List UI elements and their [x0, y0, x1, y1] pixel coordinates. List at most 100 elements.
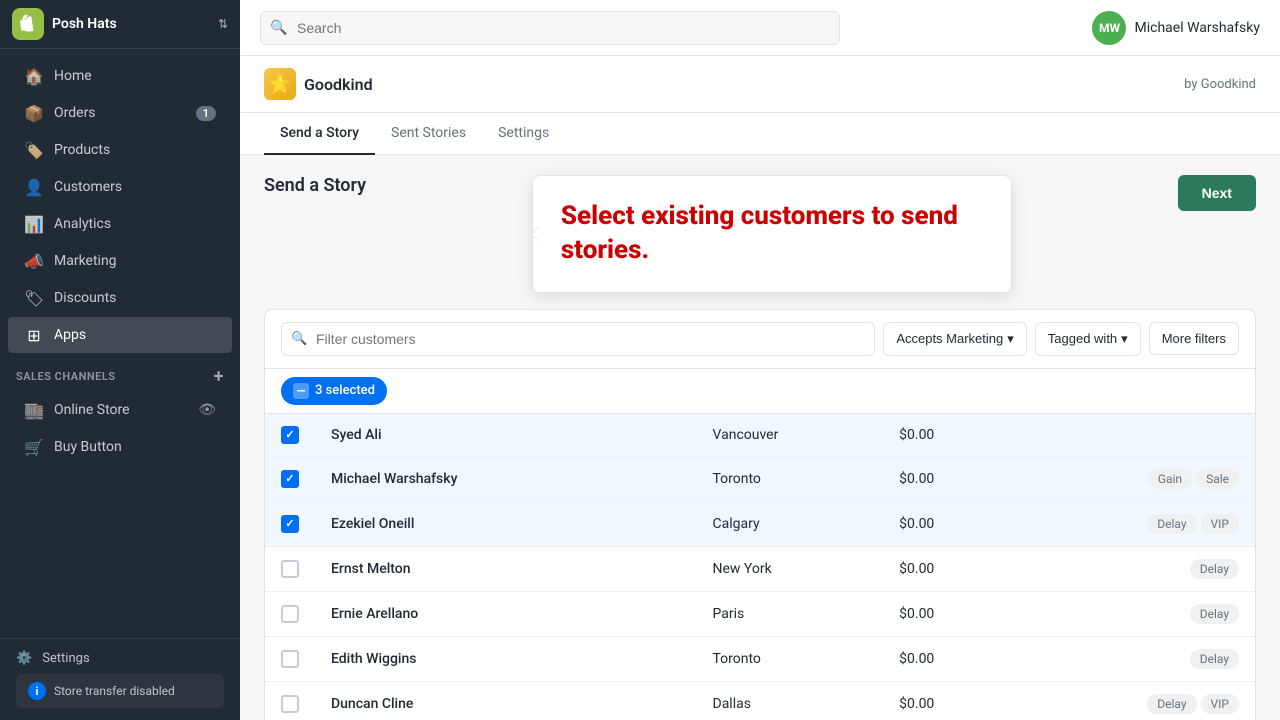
online-store-icon: 🏬	[24, 400, 44, 420]
app-logo-container: 🌟 Goodkind	[264, 68, 373, 100]
sidebar-item-marketing[interactable]: 📣 Marketing	[8, 243, 232, 279]
sidebar-item-label: Online Store	[54, 402, 130, 418]
table-row[interactable]: Michael Warshafsky Toronto $0.00 GainSal…	[265, 456, 1255, 501]
buy-button-icon: 🛒	[24, 437, 44, 457]
tagged-with-label: Tagged with	[1048, 331, 1117, 346]
settings-label: Settings	[42, 651, 89, 666]
customer-amount: $0.00	[883, 636, 1011, 681]
store-name: Posh Hats	[52, 16, 210, 32]
customer-name: Ernie Arellano	[315, 591, 697, 636]
content-area: 🌟 Goodkind by Goodkind Send a Story Sent…	[240, 56, 1280, 720]
customer-location: Paris	[697, 591, 884, 636]
customer-tag: Delay	[1190, 559, 1239, 579]
tagged-with-filter[interactable]: Tagged with ▾	[1035, 322, 1141, 356]
more-filters-button[interactable]: More filters	[1149, 322, 1239, 355]
app-by-text: by Goodkind	[1184, 77, 1256, 92]
store-transfer-notice[interactable]: i Store transfer disabled	[16, 674, 224, 708]
customer-tag: Delay	[1190, 604, 1239, 624]
table-row[interactable]: Syed Ali Vancouver $0.00	[265, 414, 1255, 457]
table-row[interactable]: Duncan Cline Dallas $0.00 DelayVIP	[265, 681, 1255, 720]
customer-amount: $0.00	[883, 546, 1011, 591]
sidebar-item-customers[interactable]: 👤 Customers	[8, 169, 232, 205]
customer-tag: Gain	[1148, 469, 1192, 489]
sidebar-item-label: Customers	[54, 179, 122, 195]
selected-badge[interactable]: — 3 selected	[281, 377, 387, 405]
customer-amount: $0.00	[883, 681, 1011, 720]
apps-icon: ⊞	[24, 325, 44, 345]
customer-name: Ernst Melton	[315, 546, 697, 591]
sidebar-item-apps[interactable]: ⊞ Apps	[8, 317, 232, 353]
accepts-marketing-label: Accepts Marketing	[896, 331, 1003, 346]
page-title: Send a Story	[264, 175, 366, 196]
sidebar: Posh Hats ⇅ 🏠 Home 📦 Orders 1 🏷️ Product…	[0, 0, 240, 720]
orders-badge: 1	[196, 106, 216, 121]
app-header: 🌟 Goodkind by Goodkind	[240, 56, 1280, 113]
customer-location: Calgary	[697, 501, 884, 546]
sidebar-item-orders[interactable]: 📦 Orders 1	[8, 95, 232, 131]
settings-nav-item[interactable]: ⚙️ Settings	[16, 651, 224, 666]
topbar: 🔍 MW Michael Warshafsky	[240, 0, 1280, 56]
customer-tag: Delay	[1147, 694, 1196, 714]
row-checkbox[interactable]	[281, 470, 299, 488]
customers-icon: 👤	[24, 177, 44, 197]
global-search: 🔍	[260, 11, 840, 45]
sidebar-item-analytics[interactable]: 📊 Analytics	[8, 206, 232, 242]
store-selector[interactable]: Posh Hats ⇅	[0, 0, 240, 49]
sidebar-footer: ⚙️ Settings i Store transfer disabled	[0, 638, 240, 720]
row-checkbox[interactable]	[281, 695, 299, 713]
add-channel-button[interactable]: +	[214, 366, 224, 387]
sidebar-item-home[interactable]: 🏠 Home	[8, 58, 232, 94]
filter-search-icon: 🔍	[291, 331, 307, 346]
row-checkbox[interactable]	[281, 605, 299, 623]
sidebar-item-buy-button[interactable]: 🛒 Buy Button	[8, 429, 232, 465]
sidebar-item-label: Buy Button	[54, 439, 122, 455]
table-row[interactable]: Edith Wiggins Toronto $0.00 Delay	[265, 636, 1255, 681]
sidebar-item-products[interactable]: 🏷️ Products	[8, 132, 232, 168]
next-button[interactable]: Next	[1178, 175, 1256, 211]
sidebar-item-online-store[interactable]: 🏬 Online Store 👁	[8, 392, 232, 428]
customer-amount: $0.00	[883, 591, 1011, 636]
customer-table: Syed Ali Vancouver $0.00 Michael Warshaf…	[265, 414, 1255, 720]
discounts-icon: 🏷	[24, 288, 44, 308]
products-icon: 🏷️	[24, 140, 44, 160]
table-row[interactable]: Ernst Melton New York $0.00 Delay	[265, 546, 1255, 591]
customer-name: Duncan Cline	[315, 681, 697, 720]
tab-sent-stories[interactable]: Sent Stories	[375, 113, 482, 155]
table-row[interactable]: Ernie Arellano Paris $0.00 Delay	[265, 591, 1255, 636]
customer-tag: Delay	[1190, 649, 1239, 669]
customer-name: Ezekiel Oneill	[315, 501, 697, 546]
tooltip-text: Select existing customers to send storie…	[561, 200, 983, 268]
tab-settings[interactable]: Settings	[482, 113, 565, 155]
marketing-icon: 📣	[24, 251, 44, 271]
topbar-right: MW Michael Warshafsky	[1092, 11, 1260, 45]
sidebar-item-discounts[interactable]: 🏷 Discounts	[8, 280, 232, 316]
info-icon: i	[28, 682, 46, 700]
store-selector-chevron-icon: ⇅	[218, 17, 228, 31]
deselect-icon: —	[293, 383, 309, 399]
store-transfer-label: Store transfer disabled	[54, 684, 175, 698]
chevron-down-icon: ▾	[1121, 331, 1128, 347]
table-row[interactable]: Ezekiel Oneill Calgary $0.00 DelayVIP	[265, 501, 1255, 546]
customer-tag: VIP	[1201, 694, 1239, 714]
app-logo-icon: 🌟	[264, 68, 296, 100]
sidebar-item-label: Analytics	[54, 216, 111, 232]
main-content: 🔍 MW Michael Warshafsky 🌟 Goodkind by Go…	[240, 0, 1280, 720]
row-checkbox[interactable]	[281, 426, 299, 444]
row-checkbox[interactable]	[281, 515, 299, 533]
customer-location: Toronto	[697, 456, 884, 501]
accepts-marketing-filter[interactable]: Accepts Marketing ▾	[883, 322, 1026, 356]
sidebar-item-label: Apps	[54, 327, 86, 343]
customer-tags: GainSale	[1011, 456, 1255, 501]
tab-send-story[interactable]: Send a Story	[264, 113, 375, 155]
row-checkbox[interactable]	[281, 650, 299, 668]
sidebar-item-label: Marketing	[54, 253, 117, 269]
customer-tags	[1011, 414, 1255, 457]
sidebar-item-label: Home	[54, 68, 92, 84]
customer-tags: Delay	[1011, 546, 1255, 591]
row-checkbox[interactable]	[281, 560, 299, 578]
filter-customers-input[interactable]	[281, 322, 875, 356]
customer-tags: DelayVIP	[1011, 501, 1255, 546]
customer-name: Syed Ali	[315, 414, 697, 457]
search-icon: 🔍	[270, 20, 287, 36]
search-input[interactable]	[260, 11, 840, 45]
